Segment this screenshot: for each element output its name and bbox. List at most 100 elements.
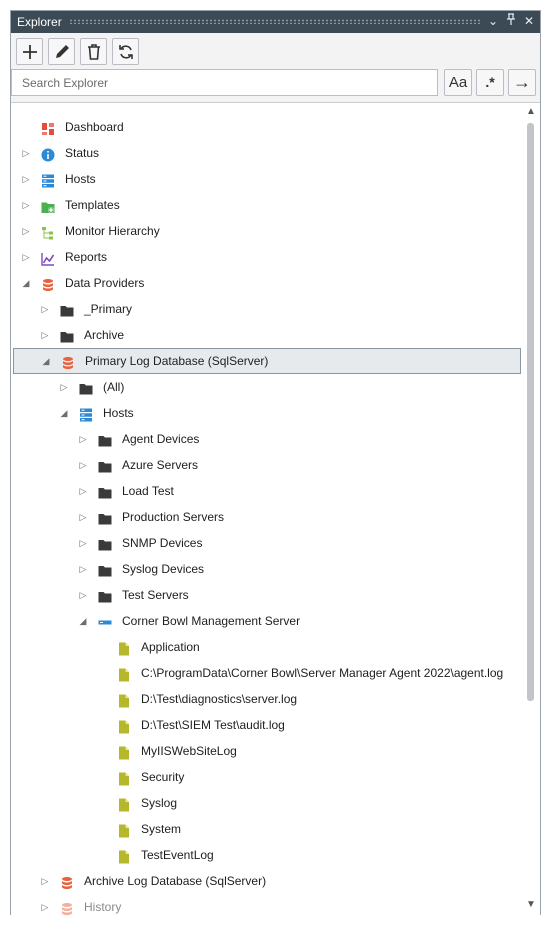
pin-icon[interactable] — [503, 13, 519, 30]
log-file-icon — [117, 744, 131, 760]
tree-item-label: Hosts — [65, 172, 96, 186]
tree-item-monitor-hierarchy[interactable]: ▷ Monitor Hierarchy — [13, 219, 521, 243]
collapse-arrow-icon[interactable]: ◢ — [21, 271, 31, 295]
expand-arrow-icon[interactable]: ▷ — [21, 141, 31, 165]
tree-item-corner-bowl-management-server[interactable]: ◢ Corner Bowl Management Server — [13, 609, 521, 633]
expand-arrow-icon[interactable]: ▷ — [40, 869, 50, 893]
log-file-icon — [117, 770, 131, 786]
tree-item-all[interactable]: ▷ (All) — [13, 375, 521, 399]
expand-arrow-icon[interactable]: ▷ — [21, 245, 31, 269]
reports-icon — [41, 250, 55, 266]
expand-arrow-icon[interactable]: ▷ — [59, 375, 69, 399]
scroll-down-icon[interactable]: ▼ — [524, 898, 538, 912]
add-button[interactable] — [16, 38, 43, 65]
tree-item-label: Reports — [65, 250, 108, 264]
log-file-icon — [117, 718, 131, 734]
tree-item-syslog[interactable]: Syslog — [13, 791, 521, 815]
scroll-thumb[interactable] — [527, 123, 534, 701]
tree-item-primary-log-database-sqlserver[interactable]: ◢ Primary Log Database (SqlServer) — [13, 348, 521, 374]
tree-item-label: Test Servers — [122, 588, 189, 602]
tree-item-label: History — [84, 900, 122, 914]
search-input[interactable] — [20, 75, 424, 91]
tree-item-myiiswebsitelog[interactable]: MyIISWebSiteLog — [13, 739, 521, 763]
vertical-scrollbar[interactable]: ▲ ▼ — [524, 103, 538, 914]
drag-grip[interactable] — [69, 19, 480, 24]
tree-item-hosts[interactable]: ◢ Hosts — [13, 401, 521, 425]
hosts-icon — [79, 406, 93, 422]
tree-item-agent-devices[interactable]: ▷ Agent Devices — [13, 427, 521, 451]
scroll-up-icon[interactable]: ▲ — [524, 105, 538, 119]
tree-item-label: Status — [65, 146, 100, 160]
tree-item-label: D:\Test\diagnostics\server.log — [141, 692, 298, 706]
tree-item-label: Load Test — [122, 484, 174, 498]
tree-item-security[interactable]: Security — [13, 765, 521, 789]
expand-arrow-icon[interactable]: ▷ — [21, 219, 31, 243]
tree-item-label: Corner Bowl Management Server — [122, 614, 301, 628]
tree-item-d-test-siem-test-audit-log[interactable]: D:\Test\SIEM Test\audit.log — [13, 713, 521, 737]
folder-icon — [60, 302, 74, 317]
folder-icon — [98, 432, 112, 447]
match-case-button[interactable]: Aa — [444, 69, 472, 96]
tree-item-load-test[interactable]: ▷ Load Test — [13, 479, 521, 503]
tree-item-d-test-diagnostics-server-log[interactable]: D:\Test\diagnostics\server.log — [13, 687, 521, 711]
tree-item-status[interactable]: ▷ Status — [13, 141, 521, 165]
tree-item-label: Syslog — [141, 796, 178, 810]
folder-icon — [60, 328, 74, 343]
expand-arrow-icon[interactable]: ▷ — [40, 323, 50, 347]
tree-item-production-servers[interactable]: ▷ Production Servers — [13, 505, 521, 529]
edit-button[interactable] — [48, 38, 75, 65]
tree-item-label: Azure Servers — [122, 458, 199, 472]
tree-item-system[interactable]: System — [13, 817, 521, 841]
expand-arrow-icon[interactable]: ▷ — [78, 427, 88, 451]
tree-item-templates[interactable]: ▷ Templates — [13, 193, 521, 217]
tree-item-label: Hosts — [103, 406, 134, 420]
database-icon — [60, 874, 74, 889]
expand-arrow-icon[interactable]: ▷ — [78, 479, 88, 503]
collapse-arrow-icon[interactable]: ◢ — [59, 401, 69, 425]
expand-arrow-icon[interactable]: ▷ — [78, 557, 88, 581]
search-box[interactable] — [11, 69, 438, 96]
tree-item-data-providers[interactable]: ◢ Data Providers — [13, 271, 521, 295]
regex-button[interactable]: .* — [476, 69, 504, 96]
tree-item-archive-log-database-sqlserver[interactable]: ▷ Archive Log Database (SqlServer) — [13, 869, 521, 893]
tree-item-label: Monitor Hierarchy — [65, 224, 160, 238]
tree-item-syslog-devices[interactable]: ▷ Syslog Devices — [13, 557, 521, 581]
refresh-button[interactable] — [112, 38, 139, 65]
delete-button[interactable] — [80, 38, 107, 65]
tree-item-label: Agent Devices — [122, 432, 200, 446]
tree-item-test-servers[interactable]: ▷ Test Servers — [13, 583, 521, 607]
expand-arrow-icon[interactable]: ▷ — [40, 297, 50, 321]
tree-item-application[interactable]: Application — [13, 635, 521, 659]
tree-item-c-programdata-corner-bowl-server-manager-agent-2022-agent-log[interactable]: C:\ProgramData\Corner Bowl\Server Manage… — [13, 661, 521, 685]
tree-item-history[interactable]: ▷ History — [13, 895, 521, 915]
database-icon — [41, 276, 55, 291]
dashboard-icon — [41, 120, 55, 135]
tree-item-primary[interactable]: ▷ _Primary — [13, 297, 521, 321]
expand-arrow-icon[interactable]: ▷ — [78, 583, 88, 607]
tree-item-hosts[interactable]: ▷ Hosts — [13, 167, 521, 191]
tree-item-label: Archive Log Database (SqlServer) — [84, 874, 267, 888]
tree-item-label: (All) — [103, 380, 125, 394]
expand-arrow-icon[interactable]: ▷ — [21, 167, 31, 191]
tree-item-archive[interactable]: ▷ Archive — [13, 323, 521, 347]
tree-item-testeventlog[interactable]: TestEventLog — [13, 843, 521, 867]
database-icon — [60, 900, 74, 915]
folder-icon — [98, 562, 112, 577]
window-dropdown-icon[interactable]: ⌄ — [485, 13, 501, 30]
tree-item-dashboard[interactable]: Dashboard — [13, 115, 521, 139]
expand-arrow-icon[interactable]: ▷ — [78, 453, 88, 477]
expand-arrow-icon[interactable]: ▷ — [78, 531, 88, 555]
collapse-arrow-icon[interactable]: ◢ — [41, 349, 51, 373]
tree-item-azure-servers[interactable]: ▷ Azure Servers — [13, 453, 521, 477]
folder-icon — [98, 458, 112, 473]
collapse-arrow-icon[interactable]: ◢ — [78, 609, 88, 633]
tree-item-label: MyIISWebSiteLog — [141, 744, 237, 758]
folder-icon — [98, 510, 112, 525]
go-button[interactable]: → — [508, 69, 536, 96]
expand-arrow-icon[interactable]: ▷ — [21, 193, 31, 217]
expand-arrow-icon[interactable]: ▷ — [40, 895, 50, 915]
close-icon[interactable]: ✕ — [521, 13, 537, 30]
tree-item-reports[interactable]: ▷ Reports — [13, 245, 521, 269]
expand-arrow-icon[interactable]: ▷ — [78, 505, 88, 529]
tree-item-snmp-devices[interactable]: ▷ SNMP Devices — [13, 531, 521, 555]
